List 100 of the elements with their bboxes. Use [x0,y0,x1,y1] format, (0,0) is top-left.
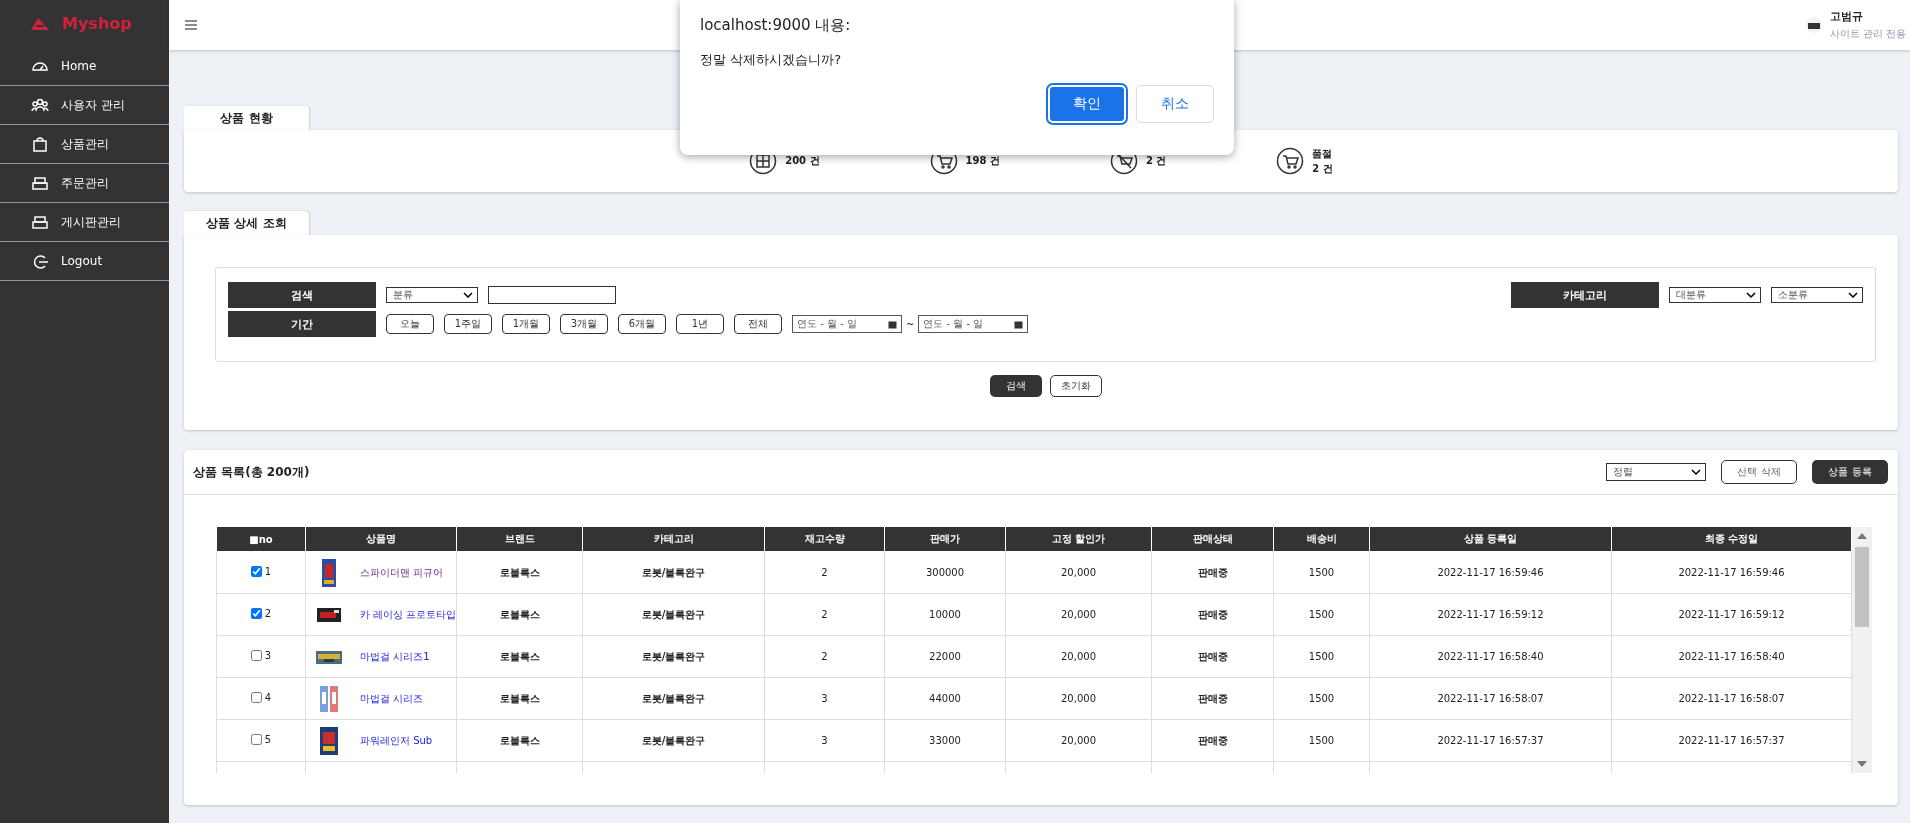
period-button[interactable]: 6개월 [618,314,666,334]
logo-icon [30,16,50,31]
table-cell: 판매중 [1151,677,1274,720]
column-header: 재고수량 [764,527,885,552]
table-cell: 22000 [884,635,1006,678]
column-header: 고정 할인가 [1005,527,1152,552]
user-role: 사이트 관리 전용 [1829,27,1906,41]
search-button[interactable]: 검색 [989,375,1042,397]
table-cell: 1500 [1273,635,1370,678]
table-cell: 2022-11-17 16:57:37 [1611,719,1852,762]
table-cell: 33000 [884,719,1006,762]
table-cell: 20,000 [1005,635,1152,678]
scrollbar[interactable] [1852,527,1872,773]
table-cell: 2 [764,593,885,636]
table-cell: 2022-11-17 16:59:12 [1611,593,1852,636]
period-button[interactable]: 오늘 [386,314,434,334]
sidebar-item[interactable]: 상품관리 [0,125,169,164]
product-link[interactable]: 스파이더맨 피규어 [360,565,444,580]
select-field[interactable]: 정렬 [1606,463,1706,481]
period-button[interactable]: 1년 [676,314,724,334]
table-cell: 로봇/블록완구 [582,551,765,594]
add-product-button[interactable]: 상품 등록 [1812,460,1888,484]
cancel-button[interactable]: 취소 [1136,85,1214,123]
product-link[interactable]: 파워레인저 Sub [360,733,433,748]
menu-icon [185,20,197,30]
column-header: ■no [216,527,306,552]
period-button[interactable]: 1개월 [502,314,550,334]
dialog-title: localhost:9000 내용: [700,16,852,35]
row-checkbox[interactable] [250,566,262,577]
row-number: 1 [264,566,272,577]
select-field[interactable]: 대분류 [1669,287,1761,303]
row-checkbox[interactable] [250,608,262,619]
table-cell: 로블록스 [456,719,583,762]
date-separator: ~ [906,318,915,330]
table-cell: 3 [764,719,885,762]
stat-label: 품절 [1312,146,1333,161]
bag-icon [31,136,49,152]
reset-button[interactable]: 초기화 [1049,375,1102,397]
table-cell: 로블록스 [456,551,583,594]
table-cell: 1500 [1273,551,1370,594]
table-cell: 2022-11-17 16:58:40 [1611,635,1852,678]
list-title: 상품 목록(총 200개) [193,463,311,481]
table-cell: 로블록스 [456,635,583,678]
table-cell: 2022-11-17 16:59:12 [1369,593,1612,636]
table-cell: 2022-11-17 16:58:07 [1369,677,1612,720]
select-field[interactable]: 소분류 [1771,287,1863,303]
user-name: 고범규 [1829,9,1864,24]
section-tab[interactable]: 상품 상세 조회 [184,211,309,235]
dialog-message: 정말 삭제하시겠습니까? [700,51,843,69]
delete-button[interactable]: 선택 삭제 [1721,460,1797,484]
sidebar-item[interactable]: 게시판관리 [0,203,169,242]
period-button[interactable]: 1주일 [444,314,492,334]
stat-value: 198 건 [965,154,1000,168]
table-cell: 20,000 [1005,677,1152,720]
logout-icon [31,253,49,269]
column-header: 배송비 [1273,527,1370,552]
row-checkbox[interactable] [250,650,262,661]
table-cell: 44000 [884,677,1006,720]
table-cell: 판매중 [1151,551,1274,594]
search-field[interactable] [488,286,616,304]
field-label: 기간 [228,311,376,337]
table-cell: 2022-11-17 16:59:46 [1369,551,1612,594]
sidebar-item[interactable]: Logout [0,242,169,281]
date-field[interactable]: 연도 - 월 - 일 [918,315,1029,333]
row-number: 4 [264,692,272,703]
product-link[interactable]: 마법걸 시리즈 [360,691,424,706]
table-cell: 판매중 [1151,719,1274,762]
chevron-icon [1746,292,1756,298]
period-button[interactable]: 전체 [734,314,782,334]
table-cell: 2 [764,551,885,594]
calendar-icon [1014,319,1024,329]
row-checkbox[interactable] [250,692,262,703]
sidebar-item[interactable]: 주문관리 [0,164,169,203]
table-cell: 로봇/블록완구 [582,593,765,636]
table-cell: 판매중 [1151,593,1274,636]
sidebar-item[interactable]: Home [0,47,169,86]
date-field[interactable]: 연도 - 월 - 일 [792,315,902,333]
sidebar-item[interactable]: 사용자 관리 [0,86,169,125]
confirm-button[interactable]: 확인 [1048,85,1126,123]
chevron-icon [1691,469,1701,475]
section-tab[interactable]: 상품 현황 [184,106,309,130]
table-cell: 로블록스 [456,677,583,720]
row-number: 3 [264,650,272,661]
product-link[interactable]: 마법걸 시리즈1 [360,649,430,664]
table-cell: 로봇/블록완구 [582,635,765,678]
printer-icon [31,175,49,191]
table-cell: 1500 [1273,677,1370,720]
table-cell: 로봇/블록완구 [582,677,765,720]
chevron-icon [1848,292,1858,298]
table-cell: 로블록스 [456,593,583,636]
stat-value: 2 건 [1312,161,1333,176]
table-cell: 20,000 [1005,593,1152,636]
table-cell: 로봇/블록완구 [582,719,765,762]
table-cell: 판매중 [1151,635,1274,678]
column-header: 브랜드 [456,527,583,552]
column-header: 상품 등록일 [1369,527,1612,552]
period-button[interactable]: 3개월 [560,314,608,334]
row-checkbox[interactable] [250,734,262,745]
row-number: 2 [264,608,272,619]
select-field[interactable]: 분류 [386,287,478,303]
